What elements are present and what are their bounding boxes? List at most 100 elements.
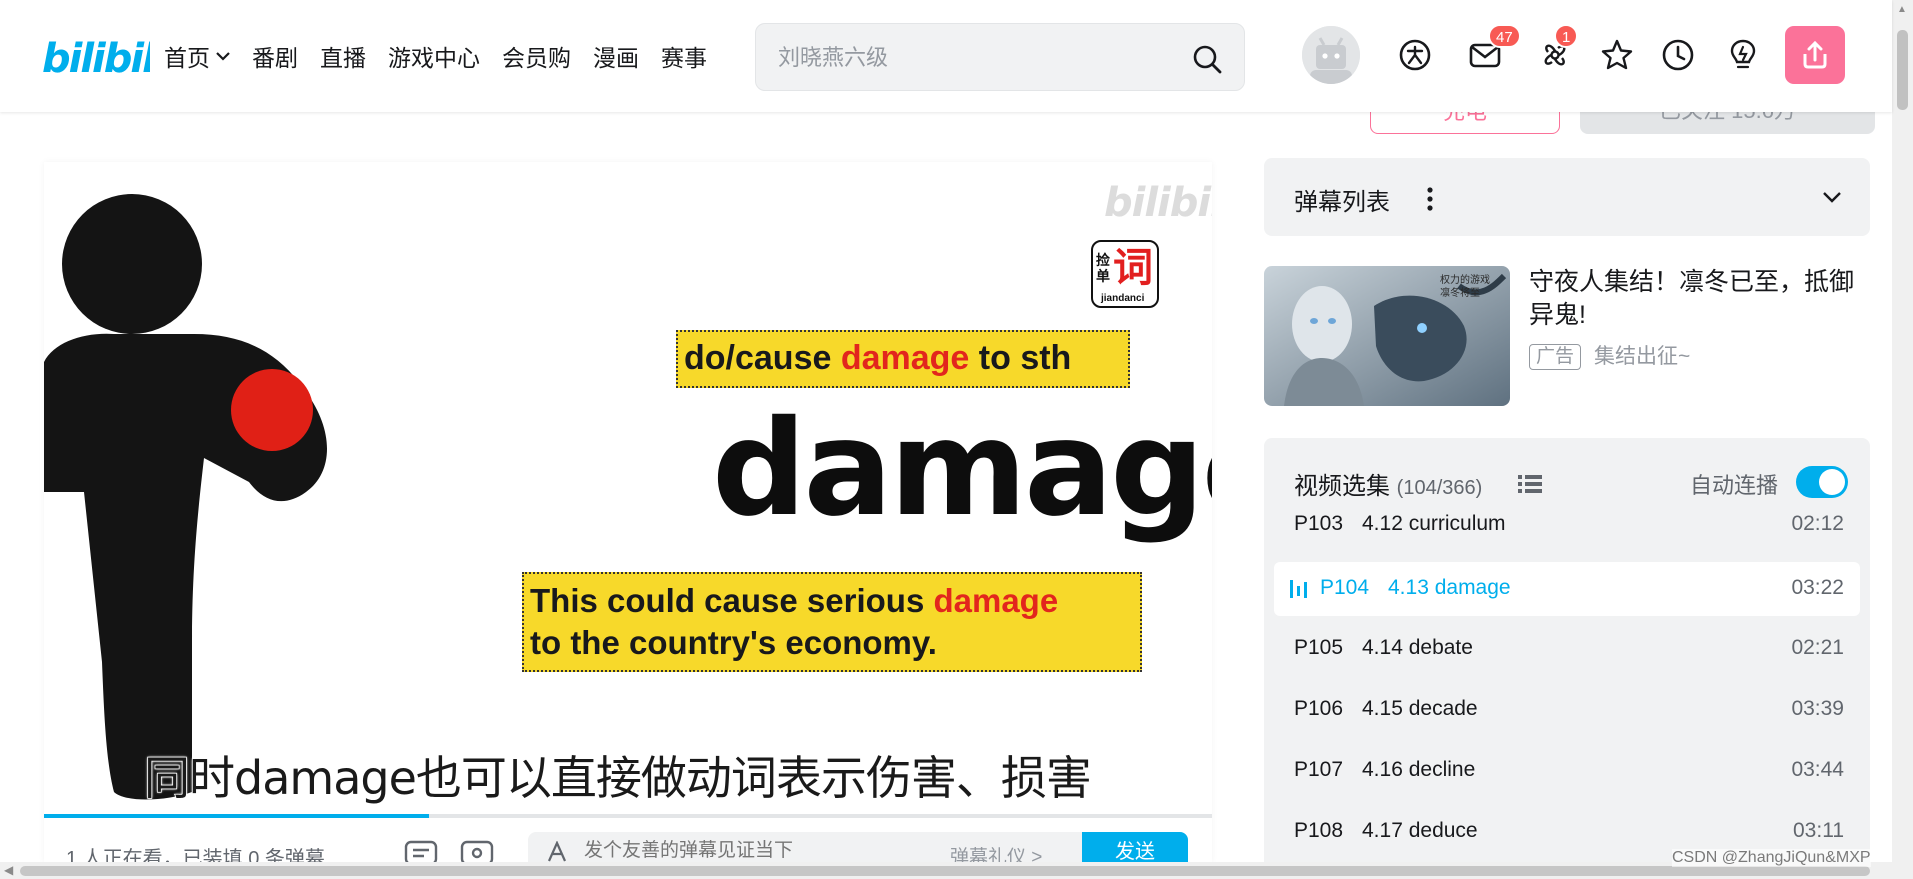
playlist-title-label: 视频选集 <box>1294 473 1390 500</box>
episode-duration: 03:39 <box>1791 697 1844 720</box>
nav-item-label: 首页 <box>164 45 210 71</box>
csdn-watermark: CSDN @ZhangJiQun&MXP <box>1672 849 1871 867</box>
ad-card[interactable]: 权力的游戏 凛冬将至 守夜人集结！凛冬已至，抵御异鬼! 广告 集结出征~ <box>1264 266 1874 408</box>
episode-item[interactable]: P105 4.14 debate 02:21 <box>1274 622 1860 676</box>
danmaku-etiquette-link[interactable]: 弹幕礼仪 > <box>950 842 1042 862</box>
episode-title: 4.15 decade <box>1362 697 1478 720</box>
chevron-down-icon[interactable] <box>1822 190 1842 204</box>
danmaku-input[interactable] <box>584 840 914 862</box>
nav-item-manga[interactable]: 漫画 <box>593 39 639 73</box>
video-player[interactable]: bilibili 捡单 词 jiandanci do/cause damage … <box>44 162 1212 862</box>
progress-fill <box>44 814 430 818</box>
episode-item[interactable]: P106 4.15 decade 03:39 <box>1274 683 1860 737</box>
ad-thumb-caption: 权力的游戏 凛冬将至 <box>1440 275 1490 299</box>
scroll-left-arrow-icon[interactable]: ◀ <box>4 863 13 877</box>
episode-number: P103 <box>1294 512 1344 535</box>
nav-item-label: 番剧 <box>252 45 298 71</box>
episode-title: 4.16 decline <box>1362 758 1476 781</box>
message-badge: 47 <box>1488 24 1521 48</box>
nav-item-home[interactable]: 首页 <box>164 39 230 73</box>
search-input[interactable] <box>778 42 1178 74</box>
episode-duration: 03:44 <box>1791 758 1844 781</box>
jiandanci-logo-sub: jiandanci <box>1101 293 1145 304</box>
svg-text:bilibili: bilibili <box>42 36 150 82</box>
episode-duration: 02:21 <box>1791 636 1844 659</box>
main-nav: 首页 番剧 直播 游戏中心 会员购 漫画 赛事 <box>164 0 707 112</box>
headword: damage <box>712 392 1212 546</box>
dynamic-badge: 1 <box>1554 24 1579 48</box>
nav-item-mall[interactable]: 会员购 <box>502 39 571 73</box>
episode-title: 4.12 curriculum <box>1362 512 1506 535</box>
episode-duration: 03:11 <box>1793 819 1844 842</box>
vertical-scroll-thumb[interactable] <box>1897 30 1908 110</box>
danmaku-settings-icon[interactable] <box>460 838 494 862</box>
more-vertical-icon[interactable] <box>1426 186 1434 212</box>
ad-tag: 广告 <box>1529 344 1582 370</box>
example-card: This could cause serious damage to the co… <box>522 572 1142 672</box>
viewer-count: 1 人正在看，已装填 0 条弹幕 <box>66 848 325 862</box>
episode-number: P107 <box>1294 758 1344 781</box>
autoplay-label: 自动连播 <box>1690 473 1779 498</box>
avatar[interactable] <box>1302 26 1360 84</box>
jiandanci-logo-main: 词 <box>1113 246 1153 290</box>
search-icon[interactable] <box>1192 44 1222 74</box>
favorites-icon[interactable] <box>1600 38 1634 72</box>
default-avatar-icon <box>1302 26 1360 84</box>
episode-title: 4.14 debate <box>1362 636 1473 659</box>
ad-thumbnail[interactable]: 权力的游戏 凛冬将至 <box>1264 266 1510 406</box>
horizontal-scroll-thumb[interactable] <box>20 866 1870 876</box>
episode-item[interactable]: P107 4.16 decline 03:44 <box>1274 744 1860 798</box>
episode-item-active[interactable]: P104 4.13 damage 03:22 <box>1274 562 1860 616</box>
playlist-count: (104/366) <box>1396 477 1483 499</box>
creator-icon[interactable] <box>1726 38 1760 72</box>
nav-item-label: 漫画 <box>593 45 639 71</box>
history-icon[interactable] <box>1661 38 1695 72</box>
danmaku-list-title: 弹幕列表 <box>1294 189 1390 216</box>
example-part2: to the country's economy. <box>530 624 937 661</box>
nav-item-label: 游戏中心 <box>388 45 480 71</box>
danmaku-toggles <box>404 838 494 862</box>
nav-item-label: 赛事 <box>661 45 707 71</box>
list-view-icon[interactable] <box>1518 474 1542 494</box>
now-playing-icon <box>1290 580 1307 598</box>
vertical-scrollbar[interactable]: ▲ <box>1892 0 1913 862</box>
upload-button[interactable] <box>1785 26 1845 84</box>
episode-title: 4.17 deduce <box>1362 819 1478 842</box>
nav-item-live[interactable]: 直播 <box>320 39 366 73</box>
ad-subtitle[interactable]: 集结出征~ <box>1594 344 1690 370</box>
jiandanci-logo: 捡单 词 jiandanci <box>1091 240 1159 308</box>
jiandanci-logo-chars: 捡单 <box>1096 252 1110 284</box>
danmaku-list-panel[interactable]: 弹幕列表 <box>1264 158 1870 236</box>
nav-item-game-center[interactable]: 游戏中心 <box>388 39 480 73</box>
ad-title[interactable]: 守夜人集结！凛冬已至，抵御异鬼! <box>1529 266 1874 332</box>
nav-item-esports[interactable]: 赛事 <box>661 39 707 73</box>
nav-item-label: 会员购 <box>502 45 571 71</box>
episode-number: P104 <box>1320 576 1370 599</box>
phrase-part2: to sth <box>969 339 1072 377</box>
episode-duration: 02:12 <box>1791 512 1844 535</box>
danmaku-toggle-icon[interactable] <box>404 838 438 862</box>
nav-item-anime[interactable]: 番剧 <box>252 39 298 73</box>
video-subtitle: 同时damage也可以直接做动词表示伤害、损害 <box>143 750 1092 806</box>
progress-bar[interactable] <box>44 814 1212 818</box>
episode-item[interactable]: P103 4.12 curriculum 02:12 <box>1274 498 1860 552</box>
horizontal-scrollbar[interactable]: ◀ <box>0 862 1913 879</box>
episode-number: P105 <box>1294 636 1344 659</box>
search-bar <box>755 23 1245 91</box>
font-style-icon[interactable] <box>546 841 568 862</box>
bilibili-logo[interactable]: bilibili <box>40 30 150 82</box>
send-danmaku-button[interactable]: 发送 <box>1082 832 1188 862</box>
big-member-icon[interactable] <box>1398 38 1432 72</box>
example-highlight: damage <box>933 582 1059 619</box>
playlist-panel: 视频选集 (104/366) 自动连播 P103 4.12 curriculum… <box>1264 438 1870 879</box>
example-part1: This could cause serious <box>530 582 934 619</box>
bilibili-watermark: bilibili <box>1104 180 1212 226</box>
autoplay-toggle[interactable] <box>1796 466 1848 498</box>
top-header: bilibili 首页 番剧 直播 游戏中心 会员购 漫画 赛事 <box>0 0 1892 112</box>
upload-icon <box>1803 40 1827 69</box>
episode-number: P108 <box>1294 819 1344 842</box>
episode-title: 4.13 damage <box>1388 576 1511 599</box>
phrase-part1: do/cause <box>684 339 841 377</box>
scroll-up-arrow-icon[interactable]: ▲ <box>1897 4 1907 15</box>
phrase-highlight: damage <box>840 339 970 377</box>
